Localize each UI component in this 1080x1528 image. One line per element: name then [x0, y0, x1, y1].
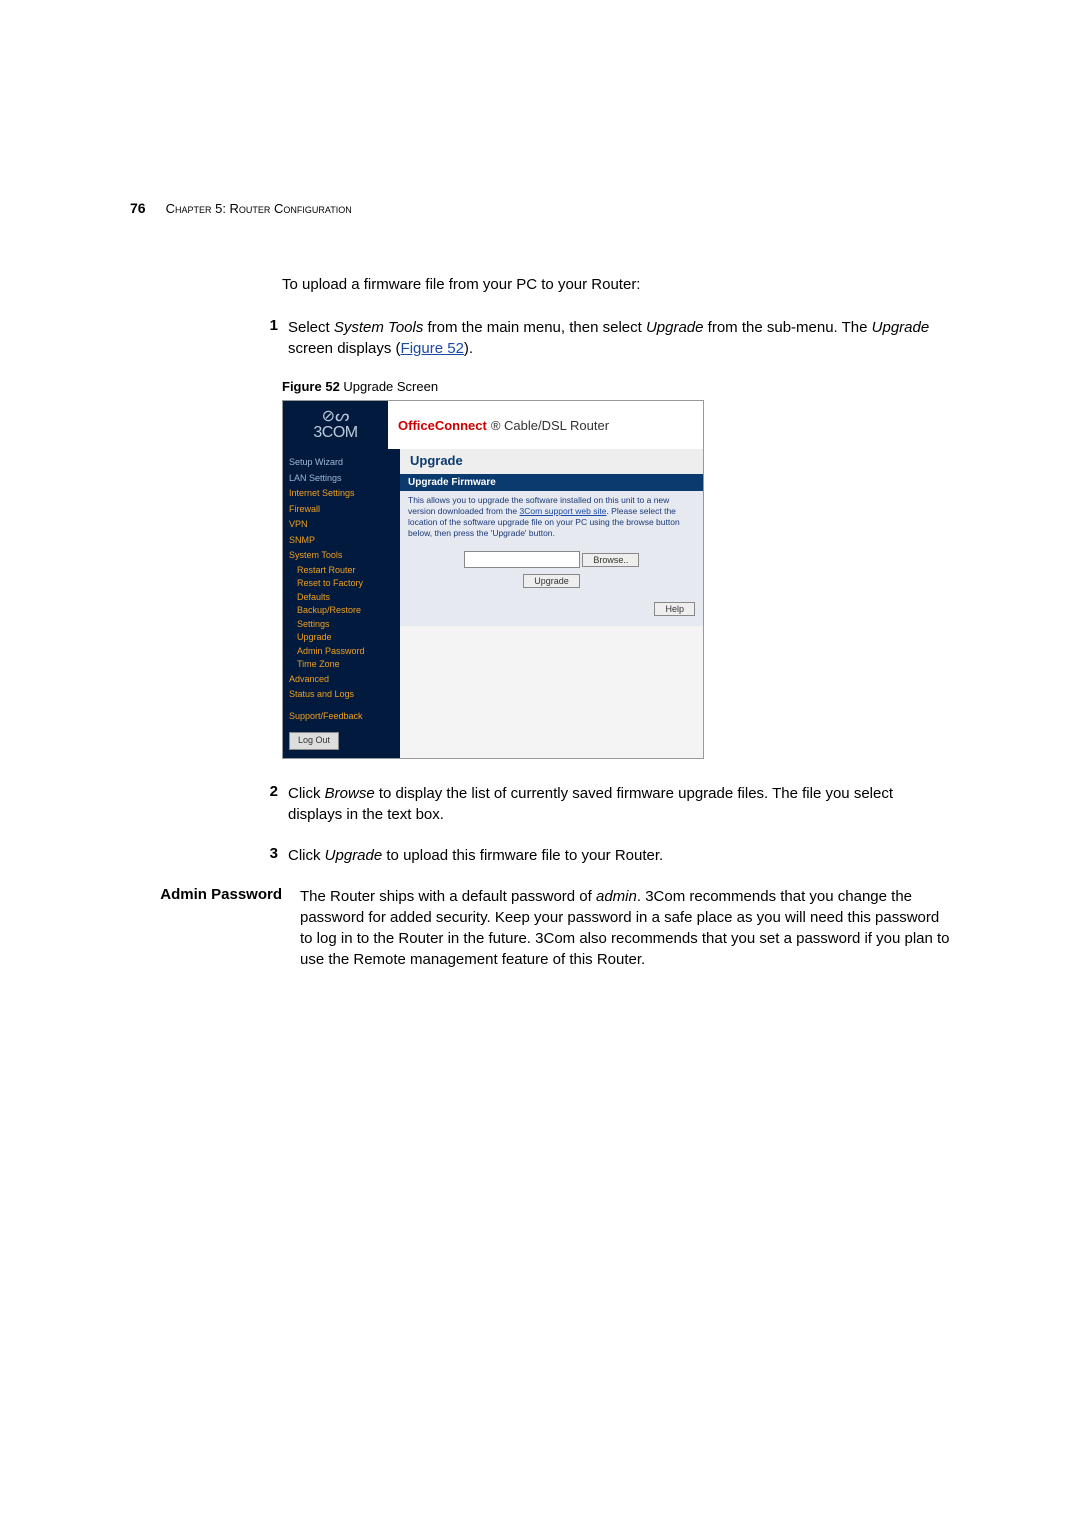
logout-button[interactable]: Log Out [289, 732, 339, 750]
nav-vpn[interactable]: VPN [289, 517, 394, 533]
logo-swirl-icon: ⊘ᔕ [322, 409, 350, 425]
nav-reset-factory[interactable]: Reset to Factory Defaults [289, 577, 394, 604]
nav-internet-settings[interactable]: Internet Settings [289, 486, 394, 502]
section-heading: Admin Password [130, 886, 300, 970]
step-3: 3 Click Upgrade to upload this firmware … [250, 845, 950, 866]
brand-logo: ⊘ᔕ 3COM [283, 401, 388, 449]
nav-system-tools[interactable]: System Tools [289, 548, 394, 564]
nav-support-feedback[interactable]: Support/Feedback [289, 709, 394, 725]
nav-restart-router[interactable]: Restart Router [289, 564, 394, 578]
figure-link[interactable]: Figure 52 [401, 340, 464, 357]
page-number: 76 [130, 200, 146, 216]
nav-setup-wizard[interactable]: Setup Wizard [289, 455, 394, 471]
file-path-input[interactable] [464, 551, 580, 568]
upgrade-button[interactable]: Upgrade [523, 574, 580, 588]
help-button[interactable]: Help [654, 602, 695, 616]
upgrade-form: Browse.. Upgrade [400, 547, 703, 596]
screenshot-header: ⊘ᔕ 3COM OfficeConnect® Cable/DSL Router [283, 401, 703, 449]
upgrade-description: This allows you to upgrade the software … [400, 491, 703, 547]
content-pane: Upgrade Upgrade Firmware This allows you… [400, 449, 703, 758]
figure-caption: Figure 52 Upgrade Screen [282, 379, 950, 394]
nav-lan-settings[interactable]: LAN Settings [289, 471, 394, 487]
admin-password-section: Admin Password The Router ships with a d… [130, 886, 950, 970]
content-heading: Upgrade [400, 449, 703, 474]
nav-status-logs[interactable]: Status and Logs [289, 687, 394, 703]
help-row: Help [400, 596, 703, 626]
intro-text: To upload a firmware file from your PC t… [282, 276, 950, 293]
nav-backup-restore[interactable]: Backup/Restore Settings [289, 604, 394, 631]
step-2: 2 Click Browse to display the list of cu… [250, 783, 950, 825]
browse-button[interactable]: Browse.. [582, 553, 639, 567]
step-number: 3 [250, 845, 278, 866]
support-site-link[interactable]: 3Com support web site [520, 506, 607, 516]
step-1: 1 Select System Tools from the main menu… [250, 317, 950, 359]
upgrade-screenshot: ⊘ᔕ 3COM OfficeConnect® Cable/DSL Router … [282, 400, 704, 759]
section-body: The Router ships with a default password… [300, 886, 950, 970]
screenshot-body: Setup Wizard LAN Settings Internet Setti… [283, 449, 703, 758]
nav-admin-password[interactable]: Admin Password [289, 645, 394, 659]
nav-upgrade[interactable]: Upgrade [289, 631, 394, 645]
page: 76 Chapter 5: Router Configuration To up… [0, 0, 1080, 1030]
step-text: Click Upgrade to upload this firmware fi… [288, 845, 950, 866]
nav-advanced[interactable]: Advanced [289, 672, 394, 688]
step-text: Click Browse to display the list of curr… [288, 783, 950, 825]
step-number: 1 [250, 317, 278, 359]
product-title: OfficeConnect® Cable/DSL Router [388, 401, 703, 449]
step-number: 2 [250, 783, 278, 825]
sidebar-nav: Setup Wizard LAN Settings Internet Setti… [283, 449, 400, 758]
page-header: 76 Chapter 5: Router Configuration [130, 200, 950, 216]
step-text: Select System Tools from the main menu, … [288, 317, 950, 359]
nav-snmp[interactable]: SNMP [289, 533, 394, 549]
chapter-title: Chapter 5: Router Configuration [166, 201, 352, 216]
nav-time-zone[interactable]: Time Zone [289, 658, 394, 672]
nav-firewall[interactable]: Firewall [289, 502, 394, 518]
section-bar: Upgrade Firmware [400, 474, 703, 491]
